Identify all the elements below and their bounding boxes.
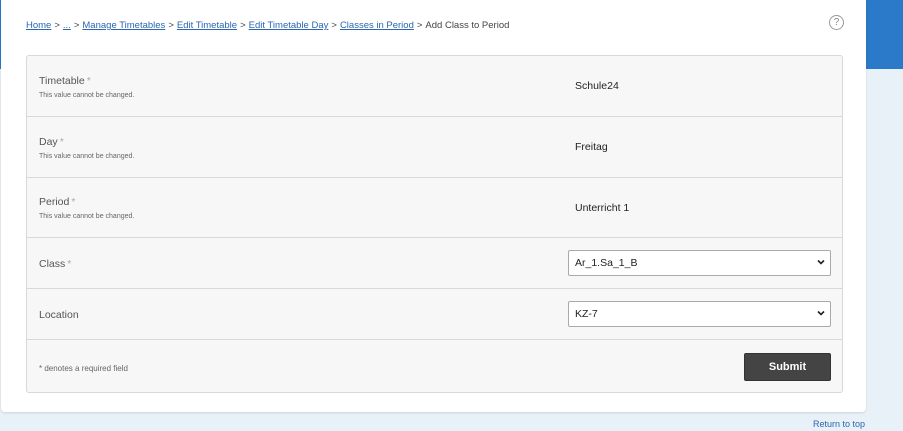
breadcrumb-separator: >: [416, 20, 423, 31]
breadcrumb-link-manage-timetables[interactable]: Manage Timetables: [82, 20, 165, 31]
location-select-value: KZ-7: [575, 308, 598, 320]
breadcrumb: Home >... > Manage Timetables > Edit Timetabl…: [26, 20, 509, 31]
form-row-location: Location KZ-7: [27, 289, 842, 340]
field-note-timetable: This value cannot be changed.: [39, 92, 135, 99]
field-label-period: Period *: [39, 196, 75, 208]
field-label-location: Location: [39, 309, 79, 321]
field-label-text: Class: [39, 258, 66, 270]
field-label-text: Location: [39, 309, 79, 321]
required-marker: *: [59, 136, 64, 148]
form-row-class: Class * Ar_1.Sa_1_B: [27, 238, 842, 289]
field-label-timetable: Timetable *: [39, 75, 91, 87]
breadcrumb-separator: >: [168, 20, 174, 31]
breadcrumb-separator: >: [331, 20, 337, 31]
add-class-form: Timetable * This value cannot be changed.…: [26, 55, 843, 393]
field-label-text: Period: [39, 196, 70, 208]
breadcrumb-link-edit-timetable-day[interactable]: Edit Timetable Day: [249, 20, 329, 31]
field-label-class: Class *: [39, 258, 71, 270]
breadcrumb-separator: >: [73, 20, 80, 31]
field-label-text: Timetable: [39, 75, 85, 87]
breadcrumb-link-edit-timetable[interactable]: Edit Timetable: [177, 20, 237, 31]
location-select[interactable]: KZ-7: [568, 301, 831, 327]
breadcrumb-separator: >: [240, 20, 246, 31]
content-card: Home >... > Manage Timetables > Edit Timetabl…: [1, 0, 866, 412]
breadcrumb-separator: >: [54, 20, 60, 31]
chevron-down-icon: [817, 310, 825, 316]
help-icon[interactable]: ?: [829, 15, 844, 30]
field-value-day: Freitag: [575, 141, 608, 153]
required-field-note: * denotes a required field: [39, 364, 128, 373]
form-row-period: Period * This value cannot be changed. Un…: [27, 178, 842, 238]
breadcrumb-link-classes-in-period[interactable]: Classes in Period: [340, 20, 414, 31]
field-label-text: Day: [39, 136, 58, 148]
field-note-period: This value cannot be changed.: [39, 213, 135, 220]
field-label-day: Day *: [39, 136, 64, 148]
required-marker: *: [67, 258, 72, 270]
form-row-timetable: Timetable * This value cannot be changed.…: [27, 56, 842, 117]
breadcrumb-current: Add Class to Period: [425, 20, 510, 31]
class-select-value: Ar_1.Sa_1_B: [575, 257, 638, 269]
chevron-down-icon: [817, 259, 825, 265]
breadcrumb-link-home[interactable]: Home: [26, 20, 51, 31]
field-note-day: This value cannot be changed.: [39, 153, 135, 160]
breadcrumb-link-ellipsis[interactable]: ...: [63, 20, 71, 31]
submit-button[interactable]: Submit: [744, 353, 831, 381]
required-marker: *: [71, 196, 76, 208]
header-accent-band: [866, 0, 903, 69]
class-select[interactable]: Ar_1.Sa_1_B: [568, 250, 831, 276]
return-to-top-link[interactable]: Return to top: [813, 419, 865, 429]
form-row-day: Day * This value cannot be changed. Freit…: [27, 117, 842, 178]
field-value-period: Unterricht 1: [575, 202, 630, 214]
field-value-timetable: Schule24: [575, 80, 619, 92]
required-marker: *: [86, 75, 91, 87]
